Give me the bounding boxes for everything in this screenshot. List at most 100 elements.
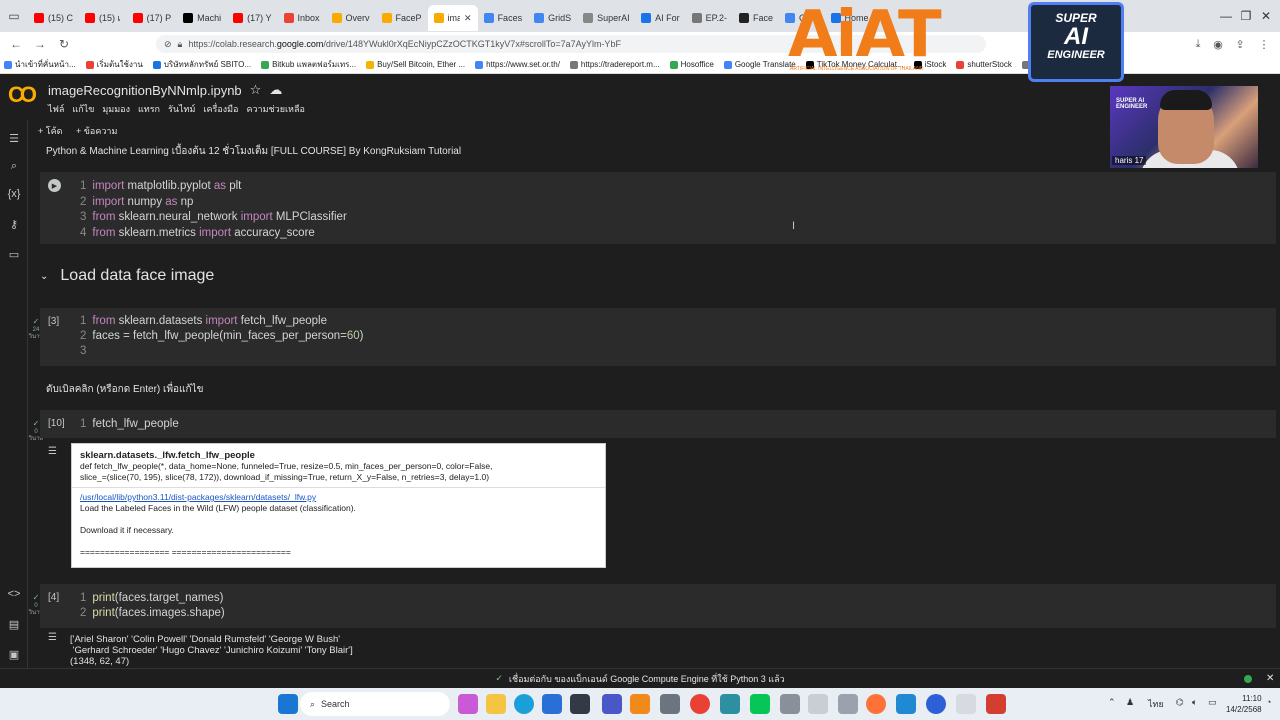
browser-tab[interactable]: GridS [528, 5, 577, 31]
code-cell-fetch-doc[interactable]: [10] 1 fetch_lfw_people [40, 410, 1276, 438]
doc-source-link[interactable]: /usr/local/lib/python3.11/dist-packages/… [80, 492, 597, 503]
bookmark-item[interactable]: เริ่มต้นใช้งาน [85, 58, 143, 71]
bookmark-item[interactable]: Google Translate [723, 60, 796, 69]
tray-app-icon[interactable]: ♟ [1126, 697, 1134, 708]
app-icon[interactable] [780, 694, 800, 714]
collapse-chevron-icon[interactable]: ⌄ [40, 271, 48, 282]
browser-tab[interactable]: Face [733, 5, 779, 31]
edge-icon[interactable] [514, 694, 534, 714]
close-tab-icon[interactable]: ✕ [464, 13, 472, 24]
add-code-button[interactable]: + โค้ด [38, 124, 62, 138]
code-cell-print[interactable]: [4] 1 print(faces.target_names) 2 print(fa… [40, 584, 1276, 628]
volume-icon[interactable]: 🔈︎ [1192, 697, 1197, 708]
site-info-icon[interactable]: ⊘ [164, 39, 172, 50]
app-icon[interactable] [602, 694, 622, 714]
code-snippets-icon[interactable]: <> [6, 586, 22, 602]
bookmark-item[interactable]: นำเข้าที่คั่นหน้า... [4, 58, 76, 71]
tab-actions-icon[interactable]: ▭ [0, 0, 28, 32]
variables-icon[interactable]: {x} [6, 186, 22, 202]
files-folder-icon[interactable]: ▭ [6, 246, 22, 262]
bookmark-item[interactable]: https://www.set.or.th/ [475, 60, 560, 69]
bookmark-item[interactable]: Buy/Sell Bitcoin, Ether ... [366, 60, 465, 69]
bookmark-item[interactable]: Bitkub แพลตฟอร์มเทร... [261, 58, 356, 71]
colab-menu-item[interactable]: แทรก [138, 102, 160, 116]
terminal-app-icon[interactable] [570, 694, 590, 714]
colab-menu-item[interactable]: แก้ไข [72, 102, 94, 116]
app-icon[interactable] [720, 694, 740, 714]
browser-tab[interactable]: SuperAI P [577, 5, 635, 31]
course-title-text[interactable]: Python & Machine Learning เบื้องต้น 12 ช… [46, 144, 461, 159]
command-palette-icon[interactable]: ▤ [6, 616, 22, 632]
code-cell-fetch[interactable]: [3] 1 from sklearn.datasets import fetch_… [40, 308, 1276, 366]
battery-icon[interactable]: ▭ [1208, 697, 1217, 708]
zoom-icon[interactable] [926, 694, 946, 714]
browser-tab[interactable]: FaceP [376, 5, 428, 31]
vscode-icon[interactable] [896, 694, 916, 714]
language-indicator[interactable]: ไทย [1148, 697, 1164, 711]
taskbar-search[interactable]: ⌕ Search [300, 692, 450, 716]
colab-menu-item[interactable]: ไฟล์ [48, 102, 64, 116]
browser-tab[interactable]: AI For [635, 5, 686, 31]
windows-start-icon[interactable] [278, 694, 298, 714]
colab-menu-item[interactable]: มุมมอง [102, 102, 130, 116]
forward-icon[interactable]: → [28, 32, 52, 56]
browser-tab[interactable]: Inbox [278, 5, 326, 31]
add-text-button[interactable]: + ข้อความ [76, 124, 117, 138]
colab-menu-item[interactable]: เครื่องมือ [203, 102, 238, 116]
mail-icon[interactable] [542, 694, 562, 714]
search-icon[interactable]: ⌕ [6, 158, 22, 174]
bookmark-item[interactable]: Hosoffice [669, 60, 714, 69]
toc-icon[interactable]: ☰ [6, 130, 22, 146]
dblclick-hint-text[interactable]: ดับเบิลคลิก (หรือกด Enter) เพื่อแก้ไข [46, 382, 203, 397]
tray-chevron-icon[interactable]: ⌃ [1108, 697, 1116, 708]
profile-icon[interactable]: ◉ [1210, 36, 1226, 52]
back-icon[interactable]: ← [4, 32, 28, 56]
wifi-icon[interactable]: ⌬ [1176, 697, 1184, 708]
colab-menu-item[interactable]: ความช่วยเหลือ [246, 102, 304, 116]
star-icon[interactable]: ☆ [250, 82, 262, 98]
bookmark-item[interactable]: บริษัทหลักทรัพย์ SBITO... [152, 58, 251, 71]
vlc-icon[interactable] [630, 694, 650, 714]
share-icon[interactable]: ⇪ [1232, 36, 1248, 52]
browser-tab[interactable]: Faces [478, 5, 529, 31]
browser-tab[interactable]: (17) P [127, 5, 178, 31]
browser-tab[interactable]: Machi [177, 5, 227, 31]
bookmark-item[interactable]: shutterStock [956, 60, 1012, 69]
line-icon[interactable] [750, 694, 770, 714]
docstring-popup[interactable]: sklearn.datasets._lfw.fetch_lfw_people d… [71, 443, 606, 568]
browser-tab[interactable]: (15) C [28, 5, 79, 31]
taskbar-clock[interactable]: 11:10 14/2/2568 [1226, 693, 1262, 715]
firefox-icon[interactable] [866, 694, 886, 714]
secrets-key-icon[interactable]: ⚷ [6, 216, 22, 232]
calculator-icon[interactable] [660, 694, 680, 714]
browser-tab[interactable]: (15) เ [79, 5, 127, 31]
close-window-icon[interactable]: ✕ [1248, 0, 1280, 32]
file-explorer-icon[interactable] [486, 694, 506, 714]
chrome-icon[interactable] [690, 694, 710, 714]
terminal-icon[interactable]: ▣ [6, 646, 22, 662]
app-icon[interactable] [808, 694, 828, 714]
browser-tab[interactable]: EP.2- [686, 5, 733, 31]
output-toggle-icon[interactable]: ☰ [48, 446, 57, 457]
browser-tab[interactable]: (17) Y [227, 5, 277, 31]
section-heading[interactable]: ⌄ Load data face image [40, 267, 214, 285]
notification-icon[interactable]: ◔ [1266, 697, 1271, 707]
powerpoint-icon[interactable] [986, 694, 1006, 714]
code-line: 3 [80, 345, 87, 357]
bookmark-item[interactable]: https://tradereport.m... [569, 60, 660, 69]
download-icon[interactable]: ⤓ [1190, 36, 1206, 52]
code-cell-imports[interactable]: ▶ 1 import matplotlib.pyplot as plt 2 impor… [40, 172, 1276, 244]
notebook-title[interactable]: imageRecognitionByNNmlp.ipynb [48, 83, 242, 98]
menu-icon[interactable]: ⋮ [1256, 36, 1272, 52]
colab-menu-item[interactable]: รันไทม์ [168, 102, 195, 116]
browser-tab[interactable]: ima ✕ [427, 5, 478, 31]
reload-icon[interactable]: ↻ [52, 32, 76, 56]
close-status-icon[interactable]: ✕ [1266, 673, 1274, 684]
copilot-icon[interactable] [458, 694, 478, 714]
app-icon[interactable] [956, 694, 976, 714]
run-cell-icon[interactable]: ▶ [48, 179, 61, 192]
output-toggle-icon[interactable]: ☰ [48, 632, 57, 643]
database-icon[interactable] [838, 694, 858, 714]
colab-logo-icon[interactable]: CO [8, 82, 37, 108]
browser-tab[interactable]: Overv [326, 5, 376, 31]
